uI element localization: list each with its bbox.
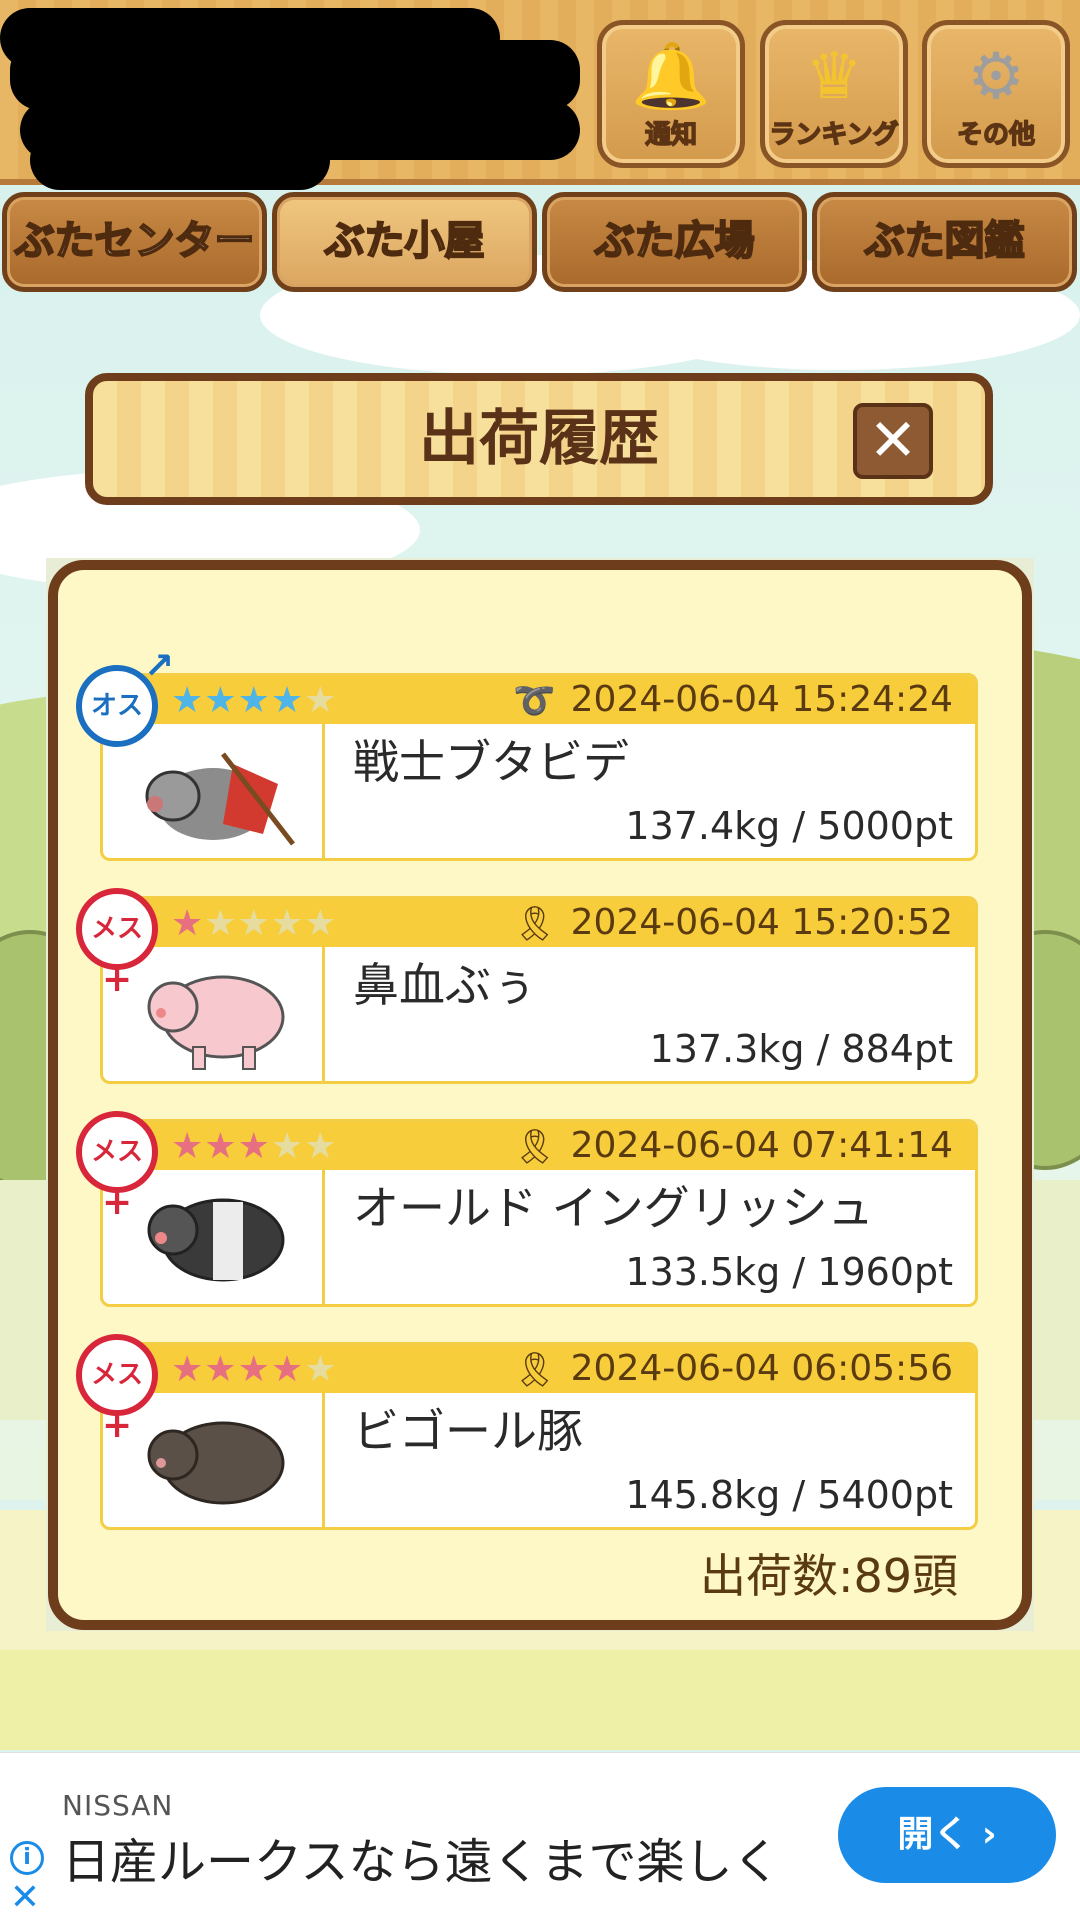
star-filled-icon: ★ (171, 1126, 205, 1167)
star-filled-icon: ★ (204, 680, 238, 721)
pig-name: ビゴール豚 (353, 1404, 583, 1458)
star-empty-icon: ★ (304, 903, 338, 944)
notification-button[interactable]: 🔔 通知 (597, 20, 745, 168)
star-filled-icon: ★ (237, 1349, 271, 1390)
list-item[interactable]: ★★★★★ 🎗 2024-06-04 06:05:56 ビゴール豚 145.8k… (76, 1334, 978, 1530)
pig-name: オールド イングリッシュ (353, 1181, 874, 1235)
ad-brand: NISSAN (62, 1789, 174, 1822)
star-empty-icon: ★ (270, 903, 305, 944)
ranking-button[interactable]: ♛ ランキング (760, 20, 908, 168)
gear-icon: ⚙ (967, 40, 1025, 114)
list-item[interactable]: ★★★★★ 🎗 2024-06-04 15:20:52 鼻血ぶぅ 137.3kg… (76, 888, 978, 1084)
ribbon-icon: 🎗 (513, 1127, 557, 1167)
gender-badge-female: メス + (76, 1111, 158, 1221)
shipping-date: 2024-06-04 15:24:24 (570, 679, 953, 720)
list-item[interactable]: ★★★★★ ➰ 2024-06-04 15:24:24 戦士ブタビデ 137.4… (76, 649, 978, 861)
ad-open-button[interactable]: 開く › (838, 1787, 1056, 1883)
lasso-icon: ➰ (513, 681, 556, 721)
rarity-stars: ★★★★★ (171, 905, 337, 943)
star-empty-icon: ★ (304, 1349, 338, 1390)
pink-pig-icon (147, 975, 285, 1070)
rarity-stars: ★★★★★ (171, 1351, 337, 1389)
tab-buta-koya[interactable]: ぶた小屋 (272, 192, 537, 292)
weight-points: 137.3kg / 884pt (649, 1027, 953, 1071)
star-filled-icon: ★ (270, 680, 305, 721)
star-filled-icon: ★ (171, 680, 205, 721)
shipped-count: 出荷数:89頭 (700, 1549, 959, 1603)
pig-image (103, 1170, 325, 1304)
female-symbol-icon: + (102, 959, 133, 1000)
star-empty-icon: ★ (204, 903, 238, 944)
tab-buta-zukan[interactable]: ぶた図鑑 (812, 192, 1077, 292)
pig-image (103, 724, 325, 858)
ad-info-icon[interactable]: i (10, 1841, 44, 1875)
pig-image (103, 1393, 325, 1527)
gender-badge-female: メス + (76, 1334, 158, 1444)
pig-name: 戦士ブタビデ (353, 735, 629, 789)
page-title: 出荷履歴 (419, 404, 659, 474)
crown-icon: ♛ (805, 40, 863, 114)
shipping-date: 2024-06-04 07:41:14 (570, 1125, 953, 1166)
pig-name: 鼻血ぶぅ (353, 958, 537, 1012)
shipping-date: 2024-06-04 06:05:56 (570, 1348, 953, 1389)
weight-points: 133.5kg / 1960pt (625, 1250, 953, 1294)
item-card: ★★★★★ 🎗 2024-06-04 07:41:14 オールド イングリッシュ… (100, 1119, 978, 1307)
profile-redacted (0, 0, 590, 195)
ad-headline: 日産ルークスなら遠くまで楽しく (62, 1834, 781, 1890)
weight-points: 137.4kg / 5000pt (625, 804, 953, 848)
star-filled-icon: ★ (237, 1126, 271, 1167)
bell-icon: 🔔 (631, 40, 711, 114)
tab-buta-hiroba[interactable]: ぶた広場 (542, 192, 807, 292)
shipping-history-header: 出荷履歴 ✕ (85, 373, 993, 505)
rarity-stars: ★★★★★ (171, 682, 337, 720)
female-symbol-icon: + (102, 1182, 133, 1223)
list-item[interactable]: ★★★★★ 🎗 2024-06-04 07:41:14 オールド イングリッシュ… (76, 1111, 978, 1307)
other-button[interactable]: ⚙ その他 (922, 20, 1070, 168)
ribbon-icon: 🎗 (513, 1350, 557, 1390)
pig-image (103, 947, 325, 1081)
star-filled-icon: ★ (204, 1349, 238, 1390)
shipping-date: 2024-06-04 15:20:52 (570, 902, 953, 943)
star-filled-icon: ★ (171, 903, 205, 944)
rarity-stars: ★★★★★ (171, 1128, 337, 1166)
item-card: ★★★★★ 🎗 2024-06-04 06:05:56 ビゴール豚 145.8k… (100, 1342, 978, 1530)
gender-badge-female: メス + (76, 888, 158, 998)
ribbon-icon: 🎗 (513, 904, 557, 944)
weight-points: 145.8kg / 5400pt (625, 1473, 953, 1517)
close-button[interactable]: ✕ (853, 403, 933, 479)
star-filled-icon: ★ (171, 1349, 205, 1390)
item-card: ★★★★★ 🎗 2024-06-04 15:20:52 鼻血ぶぅ 137.3kg… (100, 896, 978, 1084)
tab-buta-center[interactable]: ぶたセンター (2, 192, 267, 292)
item-card: ★★★★★ ➰ 2024-06-04 15:24:24 戦士ブタビデ 137.4… (100, 673, 978, 861)
warrior-pig-icon (145, 752, 295, 846)
star-empty-icon: ★ (304, 1126, 338, 1167)
star-empty-icon: ★ (237, 903, 271, 944)
dark-pig-icon (147, 1421, 285, 1505)
ad-close-icon[interactable]: ✕ (8, 1879, 42, 1917)
ad-banner[interactable]: i ✕ NISSAN 日産ルークスなら遠くまで楽しく 開く › (0, 1752, 1080, 1920)
female-symbol-icon: + (102, 1405, 133, 1446)
star-filled-icon: ★ (204, 1126, 238, 1167)
star-empty-icon: ★ (270, 1126, 305, 1167)
star-filled-icon: ★ (270, 1349, 305, 1390)
star-filled-icon: ★ (237, 680, 271, 721)
male-symbol-icon: ↗ (143, 646, 174, 687)
star-empty-icon: ★ (304, 680, 338, 721)
yellow-band (0, 1650, 1080, 1750)
gender-badge-male: オス ↗ (76, 649, 174, 747)
black-white-pig-icon (147, 1198, 285, 1282)
